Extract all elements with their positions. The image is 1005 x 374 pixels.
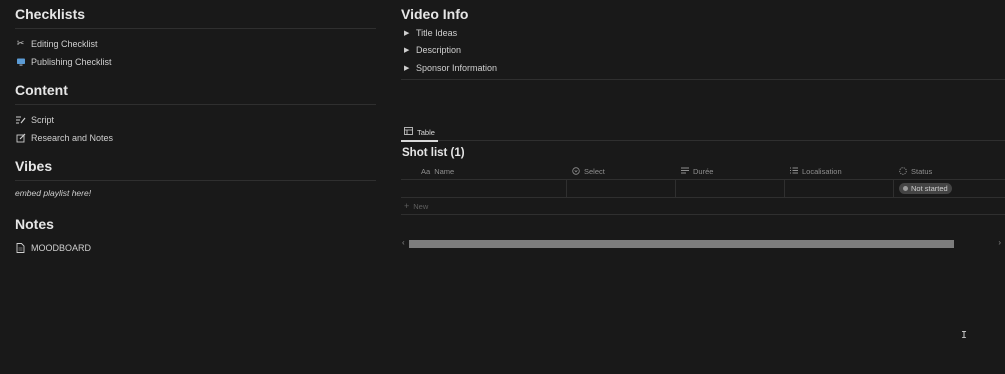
table-row[interactable]: Not started: [401, 180, 1005, 198]
column-header-duree[interactable]: Durée: [676, 164, 785, 179]
toggle-label: Sponsor Information: [416, 62, 498, 73]
list-icon: [790, 167, 798, 176]
checklists-heading: Checklists: [15, 6, 376, 29]
database-title[interactable]: Shot list (1): [402, 147, 465, 159]
column-label: Select: [584, 167, 605, 176]
research-notes-link[interactable]: Research and Notes: [15, 129, 376, 146]
toggle-title-ideas[interactable]: ▶ Title Ideas: [401, 24, 1001, 42]
toggle-sponsor-information[interactable]: ▶ Sponsor Information: [401, 59, 1001, 77]
checklists-section: Checklists ✂ Editing Checklist Publishin…: [15, 6, 376, 70]
editing-checklist-link[interactable]: ✂ Editing Checklist: [15, 35, 376, 52]
triangle-right-icon[interactable]: ▶: [404, 46, 413, 54]
new-row-label: New: [413, 201, 429, 211]
editing-checklist-label: Editing Checklist: [31, 38, 98, 49]
toggle-label: Description: [416, 45, 462, 56]
page-icon: [15, 242, 26, 253]
cell-duree[interactable]: [676, 180, 785, 197]
cell-select[interactable]: [567, 180, 676, 197]
column-header-name[interactable]: Aa Name: [416, 164, 567, 179]
tab-table[interactable]: Table: [401, 124, 438, 142]
scroll-left-icon[interactable]: ‹: [402, 238, 405, 247]
triangle-right-icon[interactable]: ▶: [404, 29, 413, 37]
research-notes-label: Research and Notes: [31, 132, 114, 143]
table-header-row: Aa Name Select Durée Localisation Status: [401, 164, 1005, 180]
cell-status[interactable]: Not started: [894, 180, 1005, 197]
triangle-right-icon[interactable]: ▶: [404, 64, 413, 72]
scroll-right-icon[interactable]: ›: [998, 238, 1001, 247]
vibes-heading: Vibes: [15, 158, 376, 181]
status-label: Not started: [911, 184, 948, 193]
script-link[interactable]: Script: [15, 111, 376, 128]
video-info-toggles: ▶ Title Ideas ▶ Description ▶ Sponsor In…: [401, 24, 1001, 77]
shot-list-table: Aa Name Select Durée Localisation Status…: [401, 164, 1005, 215]
tab-label: Table: [417, 127, 435, 137]
status-badge[interactable]: Not started: [899, 183, 952, 194]
plus-icon: +: [404, 201, 410, 211]
content-heading: Content: [15, 82, 376, 105]
table-icon: [404, 127, 413, 137]
moodboard-link[interactable]: MOODBOARD: [15, 239, 376, 256]
header-spacer: [401, 164, 416, 179]
column-label: Name: [434, 167, 455, 176]
column-label: Status: [911, 167, 933, 176]
column-label: Durée: [693, 167, 714, 176]
text-type-icon: Aa: [421, 167, 431, 176]
toggle-description[interactable]: ▶ Description: [401, 42, 1001, 60]
edit-icon: [15, 132, 26, 143]
cell-localisation[interactable]: [785, 180, 894, 197]
video-info-heading: Video Info: [401, 6, 469, 22]
notion-page: Checklists ✂ Editing Checklist Publishin…: [0, 0, 1005, 374]
column-header-localisation[interactable]: Localisation: [785, 164, 894, 179]
status-dot-icon: [903, 186, 908, 191]
notes-heading: Notes: [15, 216, 54, 232]
publishing-checklist-label: Publishing Checklist: [31, 56, 112, 67]
notes-section: Notes MOODBOARD: [15, 216, 376, 256]
toggle-label: Title Ideas: [416, 27, 458, 38]
cell-name[interactable]: [416, 180, 567, 197]
column-header-select[interactable]: Select: [567, 164, 676, 179]
status-icon: [899, 166, 907, 177]
scrollbar-thumb[interactable]: [409, 240, 954, 248]
select-icon: [572, 166, 580, 177]
new-row-button[interactable]: + New: [401, 198, 1005, 215]
column-label: Localisation: [802, 167, 842, 176]
row-handle: [401, 180, 416, 197]
column-header-status[interactable]: Status: [894, 164, 1005, 179]
text-lines-icon: [681, 167, 689, 176]
script-label: Script: [31, 114, 55, 125]
pen-lines-icon: [15, 114, 26, 125]
playlist-placeholder-text[interactable]: embed playlist here!: [15, 188, 376, 198]
scissors-icon: ✂: [16, 38, 25, 48]
divider: [401, 79, 1005, 80]
view-tabbar: Table: [401, 122, 1005, 142]
publishing-checklist-link[interactable]: Publishing Checklist: [15, 53, 376, 70]
moodboard-label: MOODBOARD: [31, 242, 92, 253]
vibes-section: Vibes embed playlist here!: [15, 158, 376, 198]
content-section: Content Script Research and Notes: [15, 82, 376, 146]
horizontal-scrollbar[interactable]: ‹ ›: [401, 238, 1005, 249]
text-cursor-icon: I: [961, 330, 968, 341]
monitor-icon: [15, 56, 26, 67]
